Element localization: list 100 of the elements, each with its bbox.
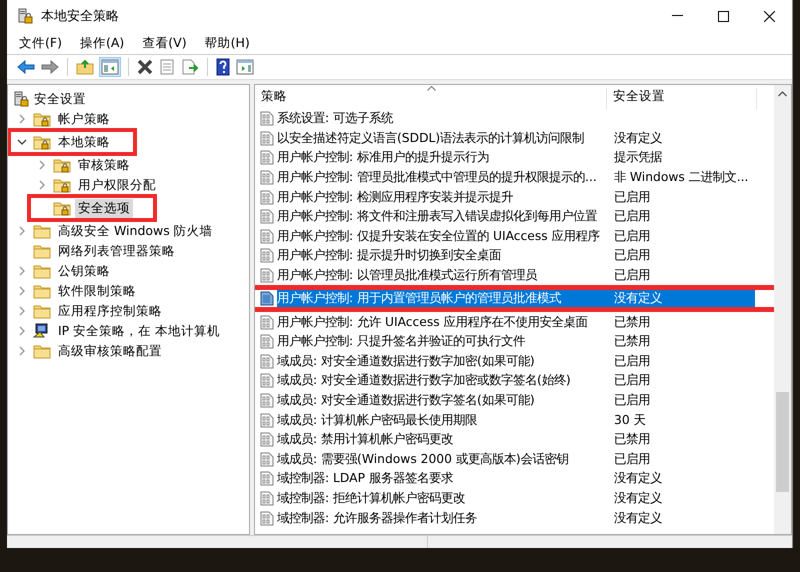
- folder-icon: [33, 263, 51, 279]
- policy-icon: [260, 510, 274, 526]
- maximize-icon: [718, 10, 728, 22]
- policy-name[interactable]: 用户帐户控制: 提示提升时切换到安全桌面: [277, 246, 607, 266]
- action-pane-icon[interactable]: [236, 59, 254, 75]
- tree-item[interactable]: 应用程序控制策略: [55, 302, 165, 320]
- policy-setting: 没有定义: [613, 130, 663, 147]
- policy-icon: [260, 248, 274, 264]
- policy-name[interactable]: 用户帐户控制: 以管理员批准模式运行所有管理员: [277, 266, 607, 286]
- menu-item[interactable]: 文件(F): [17, 32, 64, 54]
- forward-icon[interactable]: [41, 60, 59, 74]
- minimize-icon: [672, 15, 682, 17]
- tree-item[interactable]: 审核策略: [75, 156, 133, 174]
- policy-name[interactable]: 域控制器: 拒绝计算机帐户密码更改: [277, 488, 607, 508]
- policy-icon: [260, 130, 274, 146]
- tree-item[interactable]: 用户权限分配: [75, 176, 159, 194]
- scrollbar[interactable]: [774, 85, 791, 534]
- policy-setting: 已禁用: [613, 314, 651, 331]
- policy-setting: 没有定义: [613, 490, 663, 507]
- selected-policy-icon: [260, 291, 274, 306]
- folder-icon: [33, 343, 51, 359]
- policy-icon: [260, 412, 274, 428]
- folder-icon: [33, 303, 51, 319]
- policy-name[interactable]: 用户帐户控制: 只提升签名并验证的可执行文件: [277, 332, 607, 352]
- policy-icon: [260, 354, 274, 369]
- tree-item[interactable]: 公钥策略: [55, 262, 113, 280]
- tree-item[interactable]: 本地策略: [55, 132, 113, 152]
- policy-icon: [260, 111, 274, 126]
- policy-icon: [260, 452, 274, 467]
- tree-item[interactable]: 网络列表管理器策略: [55, 242, 178, 260]
- policy-name[interactable]: 域控制器: LDAP 服务器签名要求: [277, 469, 607, 488]
- locked-folder-icon: [53, 177, 71, 193]
- tree-item[interactable]: 安全选项: [75, 198, 133, 218]
- policy-name[interactable]: 域成员: 对安全通道数据进行数字加密或数字签名(始终): [277, 371, 607, 390]
- policy-setting: 30 天: [613, 412, 647, 429]
- policy-icon: [260, 334, 274, 350]
- policy-name[interactable]: 域成员: 对安全通道数据进行数字加密(如果可能): [277, 352, 607, 371]
- policy-name[interactable]: 用户帐户控制: 将文件和注册表写入错误虚拟化到每用户位置: [277, 207, 607, 226]
- tree-item[interactable]: 高级审核策略配置: [55, 342, 165, 360]
- column-header[interactable]: 策略: [255, 88, 607, 109]
- policy-icon: [260, 268, 274, 284]
- policy-icon: [260, 373, 274, 388]
- policy-icon: [260, 150, 274, 166]
- policy-name[interactable]: 用户帐户控制: 检测应用程序安装并提示提升: [277, 188, 607, 207]
- policy-name[interactable]: 用户帐户控制: 标准用户的提升提示行为: [277, 148, 607, 168]
- tree-item[interactable]: 高级安全 Windows 防火墙: [55, 222, 216, 240]
- policy-setting: 已启用: [613, 372, 651, 390]
- policy-name[interactable]: 域成员: 计算机帐户密码最长使用期限: [277, 410, 607, 430]
- policy-setting: 没有定义: [613, 470, 663, 488]
- policy-icon: [260, 228, 274, 244]
- policy-icon: [260, 190, 274, 205]
- policy-icon: [260, 490, 274, 506]
- menu-item[interactable]: 查看(V): [140, 32, 189, 54]
- window-title: 本地安全策略: [41, 8, 120, 25]
- policy-setting: 已启用: [613, 188, 651, 206]
- folder-icon: [33, 283, 51, 299]
- policy-icon: [260, 393, 274, 408]
- policy-icon: [260, 209, 274, 224]
- policy-name[interactable]: 用户帐户控制: 允许 UIAccess 应用程序在不使用安全桌面: [277, 312, 607, 332]
- help-icon[interactable]: [216, 58, 230, 76]
- menu-item[interactable]: 帮助(H): [202, 32, 252, 54]
- policy-name[interactable]: 域控制器: 允许服务器操作者计划任务: [277, 508, 607, 528]
- back-icon[interactable]: [17, 60, 35, 74]
- delete-icon[interactable]: [137, 59, 153, 75]
- policy-name[interactable]: 域成员: 需要强(Windows 2000 或更高版本)会话密钥: [277, 450, 607, 469]
- tree-root[interactable]: 安全设置: [34, 90, 86, 108]
- policy-name[interactable]: 用户帐户控制: 仅提升安装在安全位置的 UIAccess 应用程序: [277, 226, 607, 246]
- server-lock-icon: [13, 91, 29, 107]
- scroll-up-icon[interactable]: [778, 91, 787, 97]
- policy-name[interactable]: 以安全描述符定义语言(SDDL)语法表示的计算机访问限制: [277, 128, 607, 148]
- policy-setting: 非 Windows 二进制文...: [613, 169, 750, 186]
- column-header[interactable]: 安全设置: [607, 88, 757, 109]
- policy-setting: 已禁用: [613, 431, 651, 448]
- policy-setting: 已启用: [613, 208, 651, 226]
- locked-folder-icon: [53, 200, 71, 216]
- tree-toggle-icon[interactable]: [100, 58, 120, 76]
- properties-icon[interactable]: [159, 59, 175, 75]
- scroll-thumb[interactable]: [776, 392, 789, 492]
- policy-name[interactable]: 域成员: 禁用计算机帐户密码更改: [277, 430, 607, 450]
- policy-name[interactable]: 域成员: 对安全通道数据进行数字签名(如果可能): [277, 391, 607, 410]
- policy-setting: 已启用: [613, 392, 651, 410]
- close-icon: [764, 10, 774, 22]
- folder-up-icon[interactable]: [76, 59, 94, 75]
- policy-setting: 已禁用: [613, 333, 651, 350]
- tree-item[interactable]: 软件限制策略: [55, 282, 139, 300]
- policy-name[interactable]: 用户帐户控制: 管理员批准模式中管理员的提升权限提示的...: [277, 168, 607, 188]
- locked-folder-icon: [33, 111, 51, 127]
- locked-folder-icon: [53, 157, 71, 173]
- tree-item[interactable]: 帐户策略: [55, 110, 113, 128]
- policy-icon: [260, 170, 274, 186]
- policy-setting: 没有定义: [613, 510, 663, 527]
- policy-setting: 已启用: [613, 352, 651, 370]
- policy-setting: 已启用: [613, 247, 651, 264]
- policy-name[interactable]: 系统设置: 可选子系统: [277, 109, 607, 128]
- tree-item[interactable]: IP 安全策略，在 本地计算机: [55, 322, 224, 340]
- export-icon[interactable]: [181, 59, 199, 75]
- menu-item[interactable]: 操作(A): [78, 32, 126, 54]
- policy-icon: [260, 432, 274, 448]
- policy-setting: 已启用: [613, 450, 651, 468]
- folder-icon: [33, 223, 51, 239]
